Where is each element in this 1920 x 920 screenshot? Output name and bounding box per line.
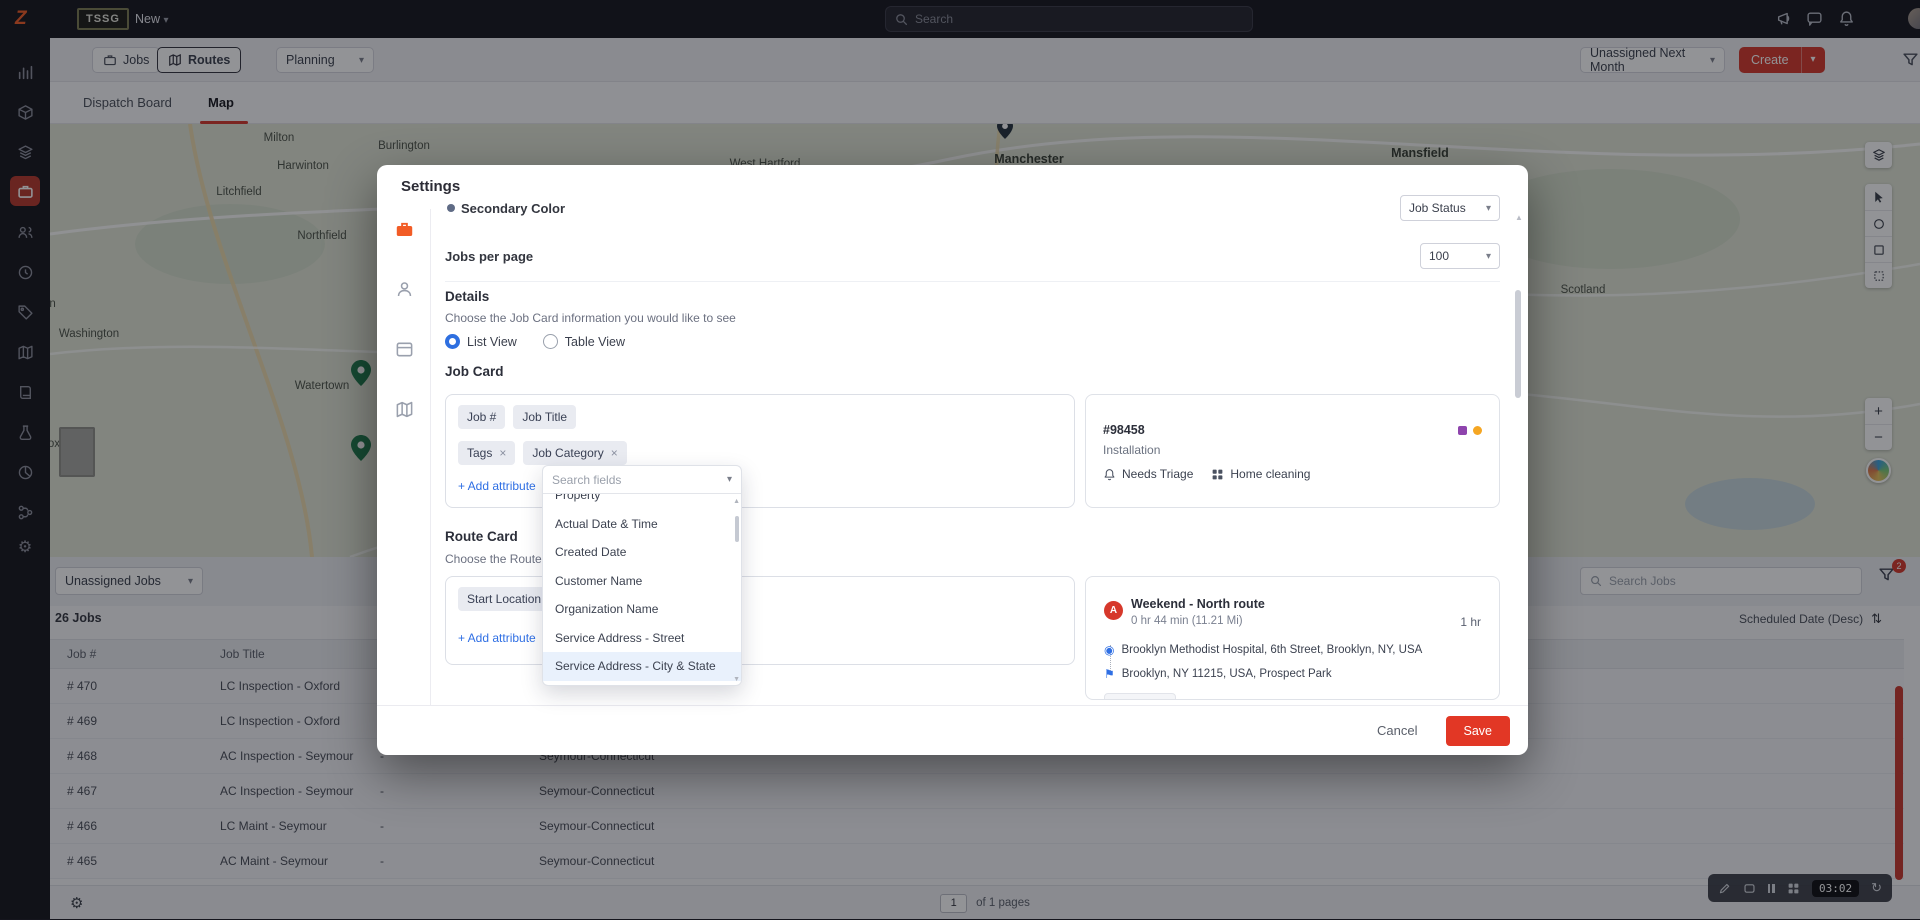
add-attribute-link[interactable]: + Add attribute: [458, 479, 536, 493]
details-heading: Details: [445, 289, 489, 304]
save-button[interactable]: Save: [1446, 716, 1511, 746]
list-view-radio[interactable]: List View: [445, 334, 517, 349]
field-option[interactable]: Property: [543, 494, 741, 510]
add-attribute-link[interactable]: + Add attribute: [458, 631, 536, 645]
cancel-button[interactable]: Cancel: [1377, 723, 1417, 738]
start-address: Brooklyn Methodist Hospital, 6th Street,…: [1121, 644, 1422, 656]
map-section-icon[interactable]: [392, 397, 416, 421]
preview-category: Home cleaning: [1230, 467, 1310, 481]
field-options-list: Property Actual Date & Time Created Date…: [543, 494, 741, 685]
route-end-stop: ⚑ Brooklyn, NY 11215, USA, Prospect Park: [1104, 667, 1332, 681]
job-card-builder: Job # Job Title Tags× Job Category× + Ad…: [445, 394, 1075, 508]
modal-scrollbar[interactable]: ▲: [1515, 213, 1522, 701]
field-option[interactable]: Organization Name: [543, 595, 741, 624]
job-card-heading: Job Card: [445, 364, 504, 379]
field-option-highlighted[interactable]: Service Address - City & State: [543, 652, 741, 681]
status-color-swatch: [1458, 426, 1467, 435]
preview-meta: Needs Triage Home cleaning: [1103, 467, 1310, 481]
settings-modal: Settings Secondary Color Job Status▾ Job…: [377, 165, 1528, 755]
field-search-input[interactable]: [552, 473, 727, 487]
dropdown-scrollbar[interactable]: [735, 516, 739, 542]
category-color-swatch: [1473, 426, 1482, 435]
route-start-stop: ◉ Brooklyn Methodist Hospital, 6th Stree…: [1104, 643, 1422, 657]
route-card-builder: Start Location× + Add attribute: [445, 576, 1075, 665]
chevron-down-icon: ▾: [1486, 203, 1491, 214]
color-dot: [447, 204, 455, 212]
route-card-description: Choose the Route: [445, 552, 542, 566]
details-description: Choose the Job Card information you woul…: [445, 311, 736, 325]
jobs-per-page-label: Jobs per page: [445, 249, 533, 264]
route-marker-icon: A: [1104, 601, 1123, 620]
end-flag-icon: ⚑: [1104, 667, 1115, 681]
route-card-preview: A Weekend - North route 0 hr 44 min (11.…: [1085, 576, 1500, 700]
scrollbar-thumb[interactable]: [1515, 290, 1521, 398]
modal-section-rail: [377, 209, 431, 705]
field-option[interactable]: Actual Date & Time: [543, 510, 741, 539]
chevron-down-icon: ▾: [727, 474, 732, 485]
route-card-heading: Route Card: [445, 529, 518, 544]
start-location-icon: ◉: [1104, 643, 1114, 657]
card-layout-section-icon[interactable]: [392, 337, 416, 361]
chip-job-number[interactable]: Job #: [458, 405, 505, 429]
scroll-down-icon[interactable]: ▼: [733, 676, 740, 683]
remove-chip-icon[interactable]: ×: [499, 446, 506, 460]
radio-unselected-icon: [543, 334, 558, 349]
chip-job-title[interactable]: Job Title: [513, 405, 576, 429]
category-grid-icon: [1211, 468, 1224, 481]
chip-job-category[interactable]: Job Category×: [523, 441, 626, 465]
route-name: Weekend - North route: [1131, 597, 1265, 611]
modal-footer: Cancel Save: [377, 705, 1528, 755]
preview-status: Needs Triage: [1122, 467, 1193, 481]
chevron-down-icon: ▾: [1486, 251, 1491, 262]
route-partial-item: [1104, 693, 1176, 700]
scroll-up-icon[interactable]: ▲: [1515, 213, 1522, 222]
field-search[interactable]: ▾: [543, 466, 741, 494]
remove-chip-icon[interactable]: ×: [611, 446, 618, 460]
secondary-color-label: Secondary Color: [461, 201, 565, 216]
view-mode-radios: List View Table View: [445, 334, 625, 349]
route-summary: 0 hr 44 min (11.21 Mi): [1131, 615, 1243, 627]
modal-title: Settings: [401, 178, 460, 195]
route-duration: 1 hr: [1460, 615, 1481, 629]
fixed-chips: Job # Job Title: [458, 405, 576, 429]
bell-icon: [1103, 468, 1116, 481]
chip-tags[interactable]: Tags×: [458, 441, 515, 465]
field-option[interactable]: Created Date: [543, 538, 741, 567]
table-view-radio[interactable]: Table View: [543, 334, 625, 349]
jobs-per-page-select[interactable]: 100▾: [1420, 243, 1500, 269]
field-option[interactable]: Service Address - Street: [543, 624, 741, 653]
end-address: Brooklyn, NY 11215, USA, Prospect Park: [1122, 668, 1332, 680]
radio-selected-icon: [445, 334, 460, 349]
attribute-field-dropdown: ▾ Property Actual Date & Time Created Da…: [542, 465, 742, 686]
scroll-up-icon[interactable]: ▲: [733, 498, 740, 505]
secondary-color-select[interactable]: Job Status▾: [1400, 195, 1500, 221]
preview-job-title: Installation: [1103, 443, 1160, 457]
removable-chips: Tags× Job Category×: [458, 441, 627, 465]
job-card-preview: #98458 Installation Needs Triage Home cl…: [1085, 394, 1500, 508]
section-divider: [445, 281, 1500, 282]
preview-job-number: #98458: [1103, 423, 1145, 437]
field-option[interactable]: Customer Name: [543, 567, 741, 596]
job-card-section-icon[interactable]: [392, 217, 416, 241]
customer-section-icon[interactable]: [392, 277, 416, 301]
